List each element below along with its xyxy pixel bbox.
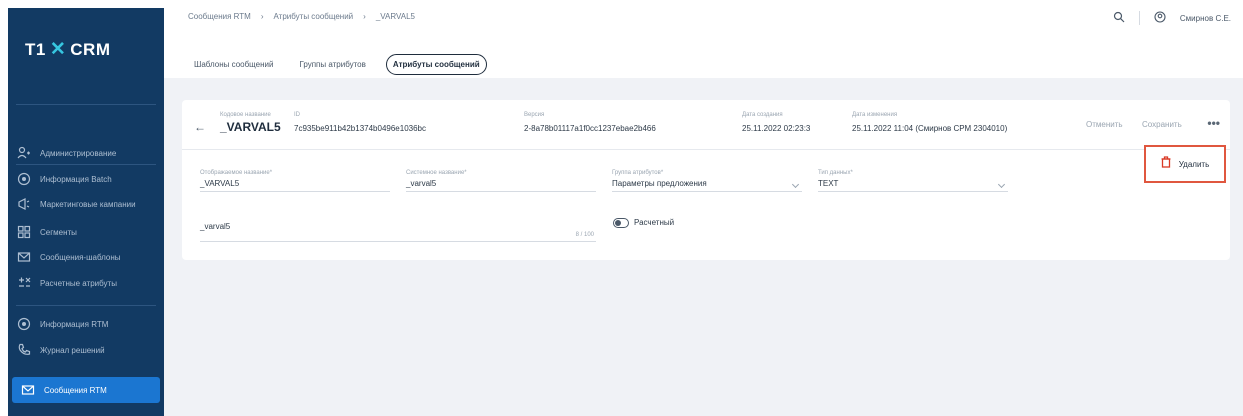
breadcrumb-item: _VARVAL5 <box>375 12 415 21</box>
more-menu-icon[interactable]: ••• <box>1207 116 1220 130</box>
sidebar-item-messages-rtm[interactable]: Сообщения RTM <box>12 377 160 403</box>
logo-text: T1 <box>25 39 46 59</box>
modified-value: 25.11.2022 11:04 (Смирнов СРМ 2304010) <box>852 124 1008 133</box>
admin-icon <box>16 145 32 161</box>
breadcrumb-separator-icon: › <box>260 12 264 21</box>
code-name-field: Кодовое название _VARVAL5 <box>220 112 281 134</box>
main-area: Сообщения RTM › Атрибуты сообщений › _VA… <box>164 0 1243 416</box>
version-value: 2-8a78b01117a1f0cc1237ebae2b466 <box>524 124 656 133</box>
modified-field: Дата изменения 25.11.2022 11:04 (Смирнов… <box>852 112 1007 133</box>
display-name-caption: Отображаемое название* <box>200 170 273 176</box>
top-bar: Сообщения RTM › Атрибуты сообщений › _VA… <box>164 0 1243 50</box>
id-caption: ID <box>294 112 300 118</box>
sidebar-item-label: Сообщения-шаблоны <box>40 252 121 262</box>
cancel-button[interactable]: Отменить <box>1086 120 1123 129</box>
tab-message-attributes[interactable]: Атрибуты сообщений <box>385 53 487 75</box>
attribute-group-value: Параметры предложения <box>612 179 707 188</box>
calc-attr-icon <box>16 275 32 291</box>
created-value: 25.11.2022 02:23:3 <box>742 124 811 133</box>
breadcrumb: Сообщения RTM › Атрибуты сообщений › _VA… <box>188 12 415 21</box>
attribute-group-caption: Группа атрибутов* <box>612 170 664 176</box>
sidebar-item-segments[interactable]: Сегменты <box>8 219 164 245</box>
search-icon[interactable] <box>1113 11 1125 25</box>
description-field[interactable]: _varval5 8 / 100 <box>200 216 596 242</box>
description-value: _varval5 <box>200 222 231 231</box>
code-name-caption: Кодовое название <box>220 112 271 118</box>
user-name[interactable]: Смирнов С.Е. <box>1180 14 1231 23</box>
sidebar-item-label: Информация Batch <box>40 174 112 184</box>
sidebar-item-info-rtm[interactable]: Информация RTM <box>8 311 164 337</box>
data-type-value: TEXT <box>818 179 839 188</box>
data-type-select[interactable]: Тип данных* TEXT <box>818 170 1008 192</box>
modified-caption: Дата изменения <box>852 112 898 118</box>
info-batch-icon <box>16 171 32 187</box>
description-counter: 8 / 100 <box>575 232 594 238</box>
top-right-controls: Смирнов С.Е. <box>1113 11 1231 25</box>
data-type-caption: Тип данных* <box>818 170 853 176</box>
system-name-caption: Системное название* <box>406 170 467 176</box>
save-button[interactable]: Сохранить <box>1142 120 1182 129</box>
sidebar-item-label: Сегменты <box>40 227 77 237</box>
sidebar-item-label: Сообщения RTM <box>44 385 107 395</box>
sidebar-divider <box>16 164 156 165</box>
id-field: ID 7c935be911b42b1374b0496e1036bc <box>294 112 426 133</box>
version-field: Версия 2-8a78b01117a1f0cc1237ebae2b466 <box>524 112 656 133</box>
sidebar-item-marketing[interactable]: Маркетинговые кампании <box>8 191 164 217</box>
created-caption: Дата создания <box>742 112 783 118</box>
created-field: Дата создания 25.11.2022 02:23:3 <box>742 112 810 133</box>
tab-attribute-groups[interactable]: Группы атрибутов <box>293 55 371 74</box>
sidebar-item-calc-attributes[interactable]: Расчетные атрибуты <box>8 270 164 296</box>
back-arrow-icon[interactable]: ← <box>194 120 206 134</box>
sidebar: T1 ✕ CRM Администрирование Информация Ba… <box>8 8 164 416</box>
version-caption: Версия <box>524 112 545 118</box>
card-header: ← Кодовое название _VARVAL5 ID 7c935be91… <box>182 100 1230 150</box>
sidebar-item-decision-log[interactable]: Журнал решений <box>8 337 164 363</box>
display-name-value: _VARVAL5 <box>200 179 240 188</box>
sidebar-item-info-batch[interactable]: Информация Batch <box>8 166 164 192</box>
sidebar-item-label: Маркетинговые кампании <box>40 199 136 209</box>
sidebar-item-label: Расчетные атрибуты <box>40 278 117 288</box>
logo-x-icon: ✕ <box>49 39 67 60</box>
user-avatar-icon[interactable] <box>1154 11 1166 25</box>
attribute-name: _VARVAL5 <box>220 120 281 134</box>
sidebar-item-label: Информация RTM <box>40 319 109 329</box>
calculated-toggle-label: Расчетный <box>634 218 675 227</box>
breadcrumb-item[interactable]: Сообщения RTM <box>188 12 251 21</box>
breadcrumb-separator-icon: › <box>363 12 366 21</box>
phone-icon <box>16 342 32 358</box>
tab-message-templates[interactable]: Шаблоны сообщений <box>188 55 279 74</box>
system-name-field[interactable]: Системное название* _varval5 <box>406 170 596 192</box>
delete-menu-item[interactable]: Удалить <box>1144 145 1226 183</box>
attribute-card: ← Кодовое название _VARVAL5 ID 7c935be91… <box>182 100 1230 260</box>
logo-suffix: CRM <box>70 39 111 59</box>
info-rtm-icon <box>16 316 32 332</box>
divider <box>1138 11 1140 25</box>
calculated-toggle[interactable] <box>613 218 629 228</box>
delete-label: Удалить <box>1178 159 1210 169</box>
sidebar-item-message-templates[interactable]: Сообщения-шаблоны <box>8 244 164 270</box>
app-logo[interactable]: T1 ✕ CRM <box>25 38 110 61</box>
display-name-field[interactable]: Отображаемое название* _VARVAL5 <box>200 170 390 192</box>
attribute-group-select[interactable]: Группа атрибутов* Параметры предложения <box>612 170 802 192</box>
sidebar-item-label: Журнал решений <box>40 345 105 355</box>
breadcrumb-item[interactable]: Атрибуты сообщений <box>274 12 354 21</box>
sidebar-divider <box>16 104 156 105</box>
tab-bar: Шаблоны сообщений Группы атрибутов Атриб… <box>188 51 487 77</box>
message-rtm-icon <box>20 382 36 398</box>
sidebar-divider <box>16 305 156 306</box>
segments-icon <box>16 224 32 240</box>
sidebar-item-label: Администрирование <box>40 148 117 158</box>
megaphone-icon <box>16 196 32 212</box>
trash-icon <box>1161 155 1171 173</box>
id-value: 7c935be911b42b1374b0496e1036bc <box>294 124 426 133</box>
message-template-icon <box>16 249 32 265</box>
sidebar-item-admin[interactable]: Администрирование <box>8 140 164 166</box>
system-name-value: _varval5 <box>406 179 437 188</box>
